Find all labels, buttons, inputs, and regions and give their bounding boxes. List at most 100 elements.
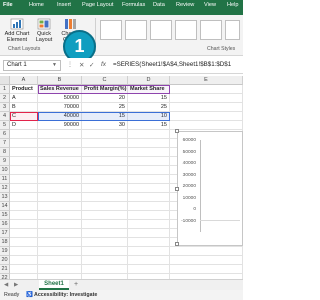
table-cell[interactable]: [10, 175, 38, 184]
table-cell[interactable]: Profit Margin(%): [82, 85, 128, 94]
row-header[interactable]: 8: [0, 148, 10, 157]
row-header[interactable]: 11: [0, 175, 10, 184]
table-cell[interactable]: 25: [128, 103, 170, 112]
table-cell[interactable]: [82, 265, 128, 274]
row-header[interactable]: 6: [0, 130, 10, 139]
enter-icon[interactable]: ✓: [89, 61, 94, 69]
table-cell[interactable]: [38, 238, 82, 247]
table-cell[interactable]: 15: [128, 94, 170, 103]
table-cell[interactable]: [128, 256, 170, 265]
quick-layout-button[interactable]: Quick Layout: [32, 18, 56, 43]
table-cell[interactable]: [38, 265, 82, 274]
table-cell[interactable]: [38, 256, 82, 265]
accessibility-status[interactable]: Accessibility: Investigate: [34, 292, 97, 298]
table-cell[interactable]: [128, 193, 170, 202]
table-cell[interactable]: [82, 247, 128, 256]
row-header[interactable]: 9: [0, 157, 10, 166]
chart-style-thumb[interactable]: [150, 20, 172, 40]
table-cell[interactable]: 10: [128, 112, 170, 121]
table-cell[interactable]: [82, 202, 128, 211]
table-cell[interactable]: A: [10, 94, 38, 103]
table-cell[interactable]: [38, 184, 82, 193]
table-cell[interactable]: C: [10, 112, 38, 121]
table-cell[interactable]: [38, 220, 82, 229]
table-cell[interactable]: [128, 202, 170, 211]
table-cell[interactable]: [128, 265, 170, 274]
table-cell[interactable]: [128, 184, 170, 193]
table-cell[interactable]: [10, 139, 38, 148]
table-cell[interactable]: [170, 85, 243, 94]
table-cell[interactable]: [170, 94, 243, 103]
resize-handle[interactable]: [175, 129, 179, 133]
table-cell[interactable]: 25: [82, 103, 128, 112]
table-cell[interactable]: [10, 148, 38, 157]
table-cell[interactable]: [82, 238, 128, 247]
formula-input[interactable]: =SERIES(Sheet1!$A$4,Sheet1!$B$1:$D$1: [113, 61, 231, 68]
table-cell[interactable]: [10, 202, 38, 211]
row-header[interactable]: 21: [0, 265, 10, 274]
table-cell[interactable]: Product: [10, 85, 38, 94]
table-cell[interactable]: [128, 139, 170, 148]
table-cell[interactable]: [10, 166, 38, 175]
row-header[interactable]: 10: [0, 166, 10, 175]
table-cell[interactable]: [10, 220, 38, 229]
table-cell[interactable]: [82, 184, 128, 193]
table-cell[interactable]: [128, 157, 170, 166]
row-header[interactable]: 12: [0, 184, 10, 193]
column-header-d[interactable]: D: [128, 76, 170, 85]
table-cell[interactable]: 20: [82, 94, 128, 103]
table-cell[interactable]: [38, 211, 82, 220]
table-cell[interactable]: [38, 175, 82, 184]
table-cell[interactable]: D: [10, 121, 38, 130]
table-cell[interactable]: [82, 256, 128, 265]
chart-style-thumb[interactable]: [100, 20, 122, 40]
table-cell[interactable]: [128, 175, 170, 184]
add-chart-element-button[interactable]: Add Chart Element: [2, 18, 32, 43]
table-cell[interactable]: [170, 112, 243, 121]
tab-insert[interactable]: Insert: [57, 2, 71, 8]
table-cell[interactable]: [10, 247, 38, 256]
tab-review[interactable]: Review: [176, 2, 194, 8]
table-cell[interactable]: [10, 130, 38, 139]
row-header[interactable]: 15: [0, 211, 10, 220]
chart-style-thumb[interactable]: [125, 20, 147, 40]
more-options-icon[interactable]: ⋮: [67, 61, 73, 68]
table-cell[interactable]: [170, 121, 243, 130]
table-cell[interactable]: [170, 265, 243, 274]
table-cell[interactable]: [128, 229, 170, 238]
table-cell[interactable]: Market Share: [128, 85, 170, 94]
table-cell[interactable]: [38, 148, 82, 157]
table-cell[interactable]: [82, 130, 128, 139]
table-cell[interactable]: [10, 256, 38, 265]
table-cell[interactable]: [128, 166, 170, 175]
table-cell[interactable]: [82, 220, 128, 229]
tab-home[interactable]: Home: [29, 2, 44, 8]
table-cell[interactable]: [170, 247, 243, 256]
table-cell[interactable]: [10, 157, 38, 166]
resize-handle[interactable]: [175, 187, 179, 191]
tab-file[interactable]: File: [3, 2, 13, 8]
table-cell[interactable]: B: [10, 103, 38, 112]
table-cell[interactable]: [128, 148, 170, 157]
chart-object[interactable]: 60000 50000 40000 30000 20000 10000 0 -10000: [175, 129, 243, 246]
row-header[interactable]: 20: [0, 256, 10, 265]
table-cell[interactable]: [128, 220, 170, 229]
chart-style-thumb[interactable]: [175, 20, 197, 40]
table-cell[interactable]: [38, 130, 82, 139]
next-sheet-icon[interactable]: ▶: [14, 282, 18, 288]
table-cell[interactable]: [82, 166, 128, 175]
table-cell[interactable]: [82, 175, 128, 184]
table-cell[interactable]: [170, 103, 243, 112]
tab-formulas[interactable]: Formulas: [122, 2, 145, 8]
row-header[interactable]: 7: [0, 139, 10, 148]
row-header[interactable]: 4: [0, 112, 10, 121]
table-cell[interactable]: Sales Revenue: [38, 85, 82, 94]
table-cell[interactable]: [128, 211, 170, 220]
table-cell[interactable]: 50000: [38, 94, 82, 103]
prev-sheet-icon[interactable]: ◀: [4, 282, 8, 288]
table-cell[interactable]: [38, 247, 82, 256]
column-header-e[interactable]: E: [170, 76, 243, 85]
table-cell[interactable]: 70000: [38, 103, 82, 112]
accessibility-icon[interactable]: ♿: [26, 292, 33, 298]
table-cell[interactable]: 90000: [38, 121, 82, 130]
